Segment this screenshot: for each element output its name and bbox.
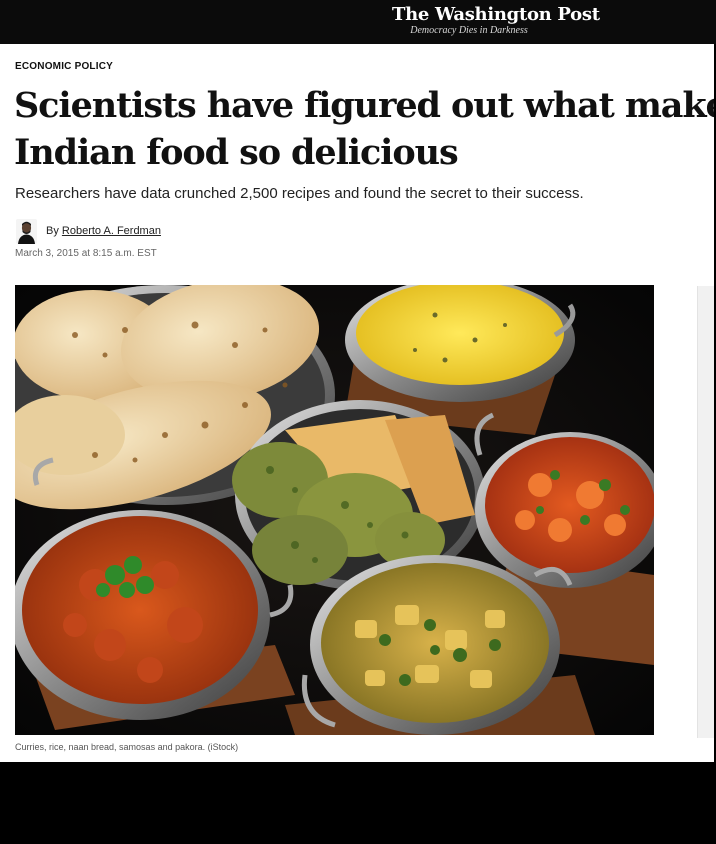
byline: By Roberto A. Ferdman [46, 225, 161, 237]
indian-food-image [15, 285, 654, 735]
lead-photo[interactable] [15, 285, 654, 735]
author-photo-icon [16, 219, 37, 244]
author-avatar[interactable] [16, 219, 37, 244]
section-kicker[interactable]: ECONOMIC POLICY [15, 61, 113, 72]
masthead-tagline: Democracy Dies in Darkness [410, 25, 528, 36]
right-rail [697, 286, 714, 738]
page: The Washington Post Democracy Dies in Da… [0, 0, 716, 844]
article-headline: Scientists have figured out what makes I… [14, 82, 714, 176]
photo-caption: Curries, rice, naan bread, samosas and p… [15, 742, 239, 752]
washington-post-logo[interactable]: The Washington Post [392, 5, 600, 25]
headline-line-1: Scientists have figured out what makes [14, 85, 714, 126]
masthead[interactable]: The Washington Post Democracy Dies in Da… [392, 5, 600, 37]
author-link[interactable]: Roberto A. Ferdman [62, 225, 161, 237]
headline-line-2: Indian food so delicious [14, 132, 459, 173]
article-container: ECONOMIC POLICY Scientists have figured … [0, 44, 714, 762]
publish-date: March 3, 2015 at 8:15 a.m. EST [15, 248, 157, 259]
article-dek: Researchers have data crunched 2,500 rec… [15, 185, 584, 202]
byline-prefix: By [46, 225, 59, 237]
top-nav-bar: The Washington Post Democracy Dies in Da… [0, 0, 716, 44]
